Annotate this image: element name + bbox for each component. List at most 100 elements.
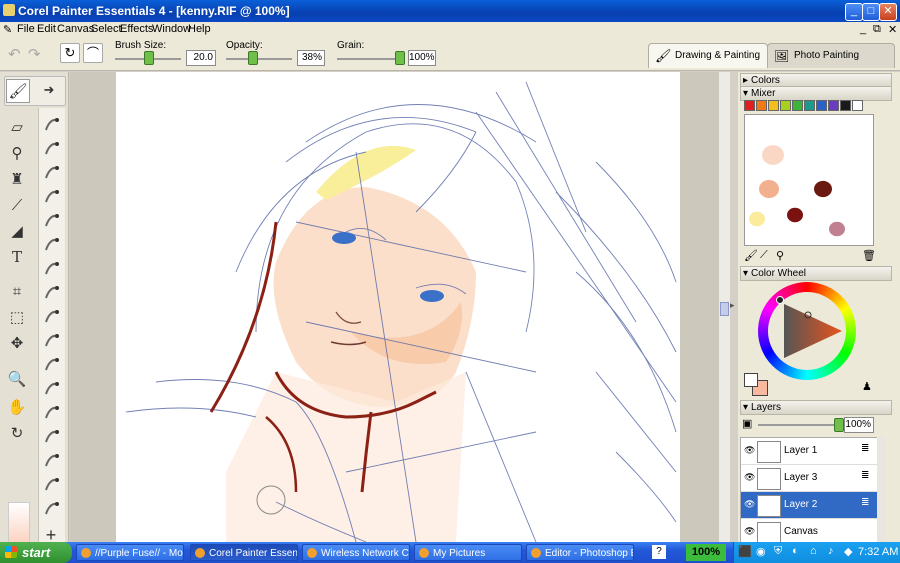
- brush-tool-icon[interactable]: 🖌: [6, 79, 30, 103]
- maximize-button[interactable]: □: [862, 3, 880, 21]
- tray-icon-1[interactable]: ⬛: [738, 545, 752, 558]
- brush-variant-icon[interactable]: [42, 114, 62, 134]
- brush-variant-icon[interactable]: [42, 330, 62, 350]
- brush-variant-icon[interactable]: [42, 402, 62, 422]
- brush-variant-icon[interactable]: [42, 354, 62, 374]
- saturation-triangle[interactable]: [758, 282, 856, 380]
- pipette-icon[interactable]: ⟋: [6, 194, 28, 216]
- volume-icon[interactable]: ♪: [828, 545, 834, 557]
- task-button[interactable]: Editor - Photoshop El...: [526, 544, 634, 561]
- color-wheel[interactable]: [758, 282, 856, 380]
- layer-composite-icon[interactable]: ▣: [742, 417, 752, 430]
- tray-icon-4[interactable]: ◐: [792, 545, 799, 557]
- brush-variant-icon[interactable]: [42, 186, 62, 206]
- layer-row[interactable]: 👁 Layer 2 ≣: [741, 492, 878, 519]
- task-button[interactable]: Corel Painter Essenti...: [190, 544, 298, 561]
- mixer-trash-icon[interactable]: 🗑: [862, 249, 876, 262]
- text-icon[interactable]: T: [6, 246, 28, 268]
- redo-icon[interactable]: ↷: [28, 45, 41, 63]
- brush-variant-icon[interactable]: [42, 210, 62, 230]
- mixer-panel-header[interactable]: ▾ Mixer: [740, 86, 892, 101]
- tray-icon-7[interactable]: ◆: [844, 545, 852, 558]
- opacity-slider[interactable]: [226, 58, 292, 60]
- layer-opacity-knob[interactable]: [834, 418, 844, 432]
- layer-row[interactable]: 👁 Layer 3 ≣: [741, 465, 878, 492]
- rotate-page-icon[interactable]: ↻: [6, 422, 28, 444]
- bucket-icon[interactable]: ◢: [6, 220, 28, 242]
- mixer-swatch[interactable]: [756, 100, 767, 111]
- eye-icon[interactable]: 👁: [744, 526, 755, 537]
- panel-collapse-icon[interactable]: ▸: [730, 300, 738, 310]
- mixer-knife-icon[interactable]: ⟋: [760, 249, 768, 262]
- mixer-swatch[interactable]: [792, 100, 803, 111]
- undo-icon[interactable]: ↶: [8, 45, 21, 63]
- grabber-hand-icon[interactable]: ✋: [6, 396, 28, 418]
- layer-opacity-field[interactable]: 100%: [844, 417, 874, 433]
- rectangle-select-icon[interactable]: ⬚: [6, 306, 28, 328]
- tab-drawing-painting[interactable]: 🖌 Drawing & Painting: [648, 43, 768, 68]
- shield-icon[interactable]: ⛨: [774, 545, 782, 558]
- menu-window[interactable]: Window: [152, 23, 191, 35]
- brush-preview-icon[interactable]: ⌒: [83, 43, 103, 63]
- mixer-swatch[interactable]: [852, 100, 863, 111]
- menu-file[interactable]: File: [17, 23, 35, 35]
- vertical-scrollbar[interactable]: [719, 72, 730, 542]
- brush-variant-icon[interactable]: [42, 162, 62, 182]
- brush-variant-icon[interactable]: [42, 474, 62, 494]
- brush-size-knob[interactable]: [144, 51, 154, 65]
- layer-row[interactable]: 👁 Canvas: [741, 519, 878, 543]
- clock[interactable]: 7:32 AM: [858, 546, 898, 558]
- tray-icon-2[interactable]: ◉: [756, 545, 766, 558]
- brush-variant-icon[interactable]: [42, 378, 62, 398]
- help-tray-icon[interactable]: ?: [652, 545, 666, 559]
- eye-icon[interactable]: 👁: [744, 445, 755, 456]
- sampler-icon[interactable]: ♟: [862, 380, 872, 393]
- expand-arrow-icon[interactable]: ➜: [38, 79, 60, 101]
- tab-photo-painting[interactable]: 🖼 Photo Painting: [767, 43, 895, 68]
- menu-effects[interactable]: Effects: [120, 23, 153, 35]
- grain-slider[interactable]: [337, 58, 403, 60]
- scroll-thumb[interactable]: [720, 302, 729, 316]
- menu-edit[interactable]: Edit: [37, 23, 56, 35]
- menu-canvas[interactable]: Canvas: [57, 23, 94, 35]
- menu-select[interactable]: Select: [91, 23, 122, 35]
- opacity-knob[interactable]: [248, 51, 258, 65]
- mixer-swatch[interactable]: [816, 100, 827, 111]
- color-picker-handle[interactable]: [776, 296, 784, 304]
- mixer-pad[interactable]: [744, 114, 874, 246]
- doc-restore-button[interactable]: ⧉: [873, 23, 881, 36]
- eye-icon[interactable]: 👁: [744, 472, 755, 483]
- layers-panel-header[interactable]: ▾ Layers: [740, 400, 892, 415]
- menu-help[interactable]: Help: [188, 23, 211, 35]
- main-color-swatch[interactable]: [744, 373, 758, 387]
- opacity-field[interactable]: 38%: [297, 50, 325, 66]
- mixer-brush-icon[interactable]: 🖌: [744, 249, 758, 262]
- brush-size-field[interactable]: 20.0: [186, 50, 216, 66]
- brush-swatch[interactable]: [8, 502, 30, 544]
- drawing-canvas[interactable]: [116, 72, 680, 542]
- reset-brush-icon[interactable]: ↻: [60, 43, 80, 63]
- network-icon[interactable]: ⌂: [810, 545, 817, 557]
- brush-variant-icon[interactable]: [42, 138, 62, 158]
- mixer-swatch[interactable]: [768, 100, 779, 111]
- magnifier-icon[interactable]: 🔍: [6, 368, 28, 390]
- transform-icon[interactable]: ✥: [6, 332, 28, 354]
- doc-close-button[interactable]: ✕: [888, 23, 897, 36]
- task-button[interactable]: Wireless Network Co...: [302, 544, 410, 561]
- task-button[interactable]: //Purple Fuse// - Mozi...: [76, 544, 184, 561]
- brush-variant-icon[interactable]: [42, 306, 62, 326]
- brush-variant-icon[interactable]: [42, 426, 62, 446]
- brush-variant-icon[interactable]: [42, 450, 62, 470]
- stamp-icon[interactable]: ♜: [6, 168, 28, 190]
- brush-variant-icon[interactable]: [42, 258, 62, 278]
- layer-row[interactable]: 👁 Layer 1 ≣: [741, 438, 878, 465]
- grain-field[interactable]: 100%: [408, 50, 436, 66]
- color-wheel-panel-header[interactable]: ▾ Color Wheel: [740, 266, 892, 281]
- grain-knob[interactable]: [395, 51, 405, 65]
- zoom-indicator[interactable]: 100%: [686, 544, 726, 561]
- mixer-swatch[interactable]: [828, 100, 839, 111]
- layers-scrollbar[interactable]: [877, 437, 885, 542]
- task-button[interactable]: My Pictures: [414, 544, 522, 561]
- mixer-swatch[interactable]: [780, 100, 791, 111]
- minimize-button[interactable]: _: [845, 3, 863, 21]
